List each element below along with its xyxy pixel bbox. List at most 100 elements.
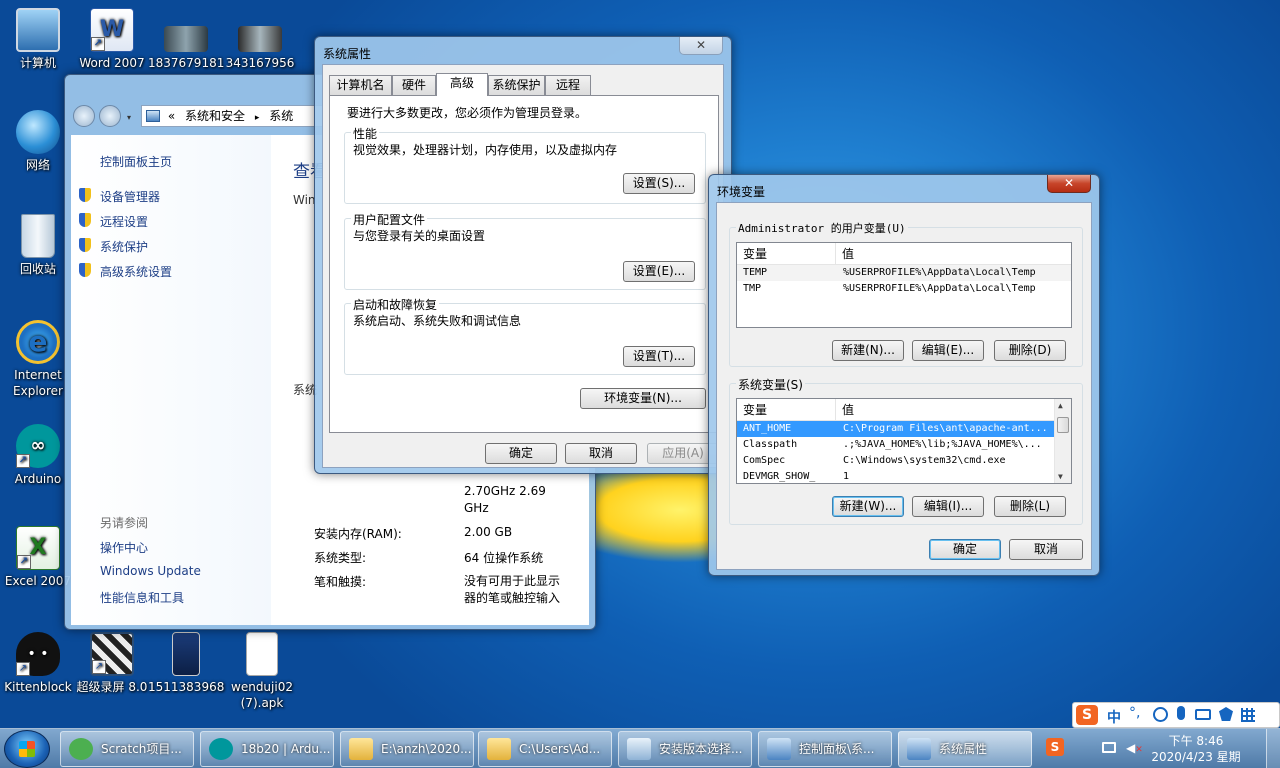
link-system-protection[interactable]: 系统保护: [79, 238, 269, 263]
toolbox-grid-icon[interactable]: [1241, 708, 1255, 722]
link-device-manager[interactable]: 设备管理器: [79, 188, 269, 213]
punctuation-icon[interactable]: °,: [1129, 705, 1140, 721]
ram-label: 安装内存(RAM):: [314, 527, 402, 541]
ok-button[interactable]: 确定: [485, 443, 557, 464]
network-tray-icon[interactable]: [1102, 742, 1116, 753]
link-advanced-system-settings[interactable]: 高级系统设置: [79, 263, 269, 288]
breadcrumb-system-security[interactable]: 系统和安全: [185, 109, 245, 123]
list-item[interactable]: TEMP %USERPROFILE%\AppData\Local\Temp: [737, 265, 1071, 281]
taskbar-button-arduino[interactable]: 18b20 | Ardu...: [200, 731, 334, 767]
shield-icon: [79, 213, 91, 227]
close-icon[interactable]: ✕: [1047, 175, 1091, 193]
breadcrumb-separator[interactable]: ▸: [255, 113, 260, 123]
link-performance-tools[interactable]: 性能信息和工具: [100, 589, 184, 606]
show-desktop-button[interactable]: [1266, 729, 1280, 768]
shortcut-arrow-icon: ↗: [16, 662, 30, 676]
windows-edition-partial: Win: [293, 193, 316, 207]
column-value[interactable]: 值: [835, 399, 854, 421]
start-button[interactable]: [4, 730, 50, 768]
emoji-icon[interactable]: [1153, 707, 1168, 722]
sogou-logo-icon[interactable]: S: [1076, 705, 1098, 725]
desktop-icon-image-2[interactable]: 343167956: [222, 8, 298, 71]
clapperboard-icon: ↗: [90, 632, 134, 676]
desktop-icon-word[interactable]: W ↗ Word 2007: [74, 8, 150, 71]
system-new-button[interactable]: 新建(W)...: [832, 496, 904, 517]
clock[interactable]: 下午 8:46 2020/4/23 星期四: [1150, 733, 1242, 768]
user-variables-list[interactable]: 变量 值 TEMP %USERPROFILE%\AppData\Local\Tem…: [736, 242, 1072, 328]
list-item[interactable]: Classpath .;%JAVA_HOME%\lib;%JAVA_HOME%\.…: [737, 437, 1054, 453]
environment-variables-button[interactable]: 环境变量(N)...: [580, 388, 706, 409]
desktop-icon-screen-recorder[interactable]: ↗ 超级录屏 8.0: [74, 632, 150, 695]
desktop-icon-image-3[interactable]: 1511383968: [148, 632, 224, 695]
system-edit-button[interactable]: 编辑(I)...: [912, 496, 984, 517]
tab-remote[interactable]: 远程: [545, 75, 591, 95]
desktop-icon-apk[interactable]: wenduji02 (7).apk: [224, 632, 300, 711]
user-edit-button[interactable]: 编辑(E)...: [912, 340, 984, 361]
history-dropdown-icon[interactable]: ▾: [127, 113, 131, 122]
cancel-button[interactable]: 取消: [565, 443, 637, 464]
link-remote-settings[interactable]: 远程设置: [79, 213, 269, 238]
installer-icon: [627, 738, 651, 760]
taskbar-button-installer[interactable]: 安装版本选择...: [618, 731, 752, 767]
list-item-selected[interactable]: ANT_HOME C:\Program Files\ant\apache-ant.…: [737, 421, 1054, 437]
ime-toolbar: S 中 °,: [1072, 702, 1280, 728]
desktop-icon-kittenblock[interactable]: • • ↗ Kittenblock: [0, 632, 76, 695]
close-icon[interactable]: ✕: [679, 37, 723, 55]
keyboard-icon[interactable]: [1195, 709, 1211, 720]
breadcrumb-overflow[interactable]: «: [168, 109, 175, 123]
link-action-center[interactable]: 操作中心: [100, 539, 148, 556]
environment-variables-dialog: 环境变量 ✕ Administrator 的用户变量(U) 变量 值 TEMP%…: [708, 174, 1100, 576]
forward-button[interactable]: [99, 105, 121, 127]
back-button[interactable]: [73, 105, 95, 127]
folder-icon: [487, 738, 511, 760]
user-profiles-group: 用户配置文件 与您登录有关的桌面设置 设置(E)...: [344, 211, 706, 290]
task-links: 设备管理器 远程设置 系统保护 高级系统设置: [79, 188, 269, 288]
breadcrumb-system[interactable]: 系统: [269, 109, 293, 123]
column-variable[interactable]: 变量: [743, 243, 767, 265]
tab-system-protection[interactable]: 系统保护: [488, 75, 545, 95]
taskbar-button-system-properties[interactable]: 系统属性: [898, 731, 1032, 767]
tab-advanced[interactable]: 高级: [436, 73, 488, 96]
desktop-icon-computer[interactable]: 计算机: [0, 8, 76, 71]
system-delete-button[interactable]: 删除(L): [994, 496, 1066, 517]
ok-button[interactable]: 确定: [929, 539, 1001, 560]
link-windows-update[interactable]: Windows Update: [100, 564, 201, 578]
group-title: 性能: [351, 125, 380, 142]
shield-icon: [79, 188, 91, 202]
column-value[interactable]: 值: [835, 243, 854, 265]
taskbar-button-folder-e[interactable]: E:\anzh\2020...: [340, 731, 474, 767]
ime-mode-toggle[interactable]: 中: [1107, 707, 1121, 727]
processor-speed: 2.70GHz 2.69 GHz: [464, 484, 546, 515]
vertical-scrollbar[interactable]: ▲ ▼: [1054, 399, 1071, 483]
microphone-icon[interactable]: [1177, 706, 1185, 720]
tab-computer-name[interactable]: 计算机名: [329, 75, 392, 95]
dialog-client-area: 计算机名 硬件 高级 系统保护 远程 要进行大多数更改，您必须作为管理员登录。 …: [322, 64, 724, 468]
column-variable[interactable]: 变量: [743, 399, 767, 421]
dialog-title: 环境变量: [717, 185, 766, 199]
taskbar-button-control-panel[interactable]: 控制面板\系...: [758, 731, 892, 767]
taskbar-button-folder-c[interactable]: C:\Users\Ad...: [478, 731, 612, 767]
desktop-icon-label: 343167956: [225, 56, 295, 70]
sogou-tray-icon[interactable]: S: [1046, 738, 1064, 756]
admin-note: 要进行大多数更改，您必须作为管理员登录。: [347, 106, 588, 120]
volume-muted-icon[interactable]: ◀✕: [1126, 741, 1143, 755]
user-profiles-settings-button[interactable]: 设置(E)...: [623, 261, 695, 282]
tab-hardware[interactable]: 硬件: [392, 75, 436, 95]
taskbar-button-scratch[interactable]: Scratch项目...: [60, 731, 194, 767]
list-item[interactable]: TMP %USERPROFILE%\AppData\Local\Temp: [737, 281, 1071, 297]
scroll-down-icon[interactable]: ▼: [1058, 472, 1063, 481]
desktop-icon-image-1[interactable]: 1837679181: [148, 8, 224, 71]
scroll-up-icon[interactable]: ▲: [1058, 401, 1063, 410]
user-delete-button[interactable]: 删除(D): [994, 340, 1066, 361]
system-variables-list[interactable]: 变量 值 ANT_HOME C:\Program Files\ant\apache…: [736, 398, 1072, 484]
scrollbar-thumb[interactable]: [1057, 417, 1069, 433]
cancel-button[interactable]: 取消: [1009, 539, 1083, 560]
list-item[interactable]: DEVMGR_SHOW_ 1: [737, 469, 1054, 483]
startup-recovery-settings-button[interactable]: 设置(T)...: [623, 346, 695, 367]
skin-icon[interactable]: [1219, 707, 1233, 721]
control-panel-home-link[interactable]: 控制面板主页: [100, 153, 172, 170]
desktop-icon-label: 1511383968: [148, 680, 225, 694]
list-item[interactable]: ComSpec C:\Windows\system32\cmd.exe: [737, 453, 1054, 469]
performance-settings-button[interactable]: 设置(S)...: [623, 173, 695, 194]
user-new-button[interactable]: 新建(N)...: [832, 340, 904, 361]
